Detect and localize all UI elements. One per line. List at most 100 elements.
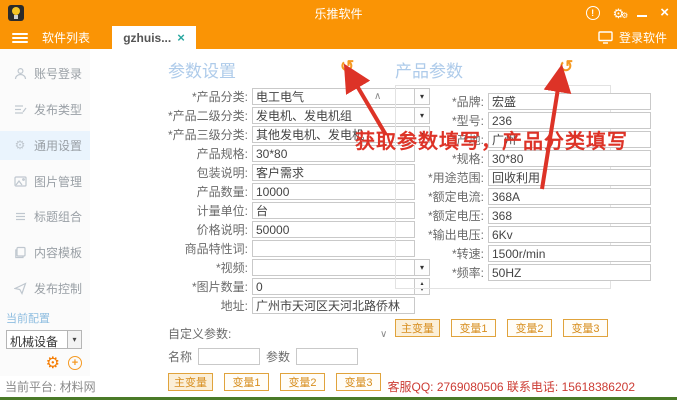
sidebar-item-label: 通用设置 [34, 137, 82, 154]
menu-hamburger-icon[interactable] [12, 26, 28, 49]
config-gear-icon[interactable]: ⚙ [46, 356, 60, 372]
refresh-icon[interactable]: ↻ [340, 57, 354, 77]
sidebar-item-general-settings[interactable]: ⚙ 通用设置 [0, 131, 90, 160]
custom-param-row: 名称 参数 [168, 348, 382, 365]
variable-buttons: 主变量变量1 变量2 变量3 [395, 319, 611, 337]
field-input[interactable] [252, 278, 415, 295]
field-label: *品牌: [402, 93, 488, 110]
field-input[interactable] [252, 259, 415, 276]
field-input[interactable] [252, 107, 415, 124]
field-input-wrap [252, 164, 415, 181]
field-input[interactable] [488, 245, 651, 262]
title-combine-icon [13, 210, 27, 224]
field-label: *规格: [402, 150, 488, 167]
field-input[interactable] [252, 183, 415, 200]
config-select-value: 机械设备 [7, 331, 67, 348]
form-row: 商品特性词: [168, 239, 382, 258]
scroll-up-icon[interactable]: ∧ [374, 91, 381, 102]
form-row: *额定电压: [402, 206, 604, 225]
field-input[interactable] [488, 188, 651, 205]
field-input[interactable] [252, 88, 415, 105]
field-input[interactable] [488, 264, 651, 281]
field-input[interactable] [488, 112, 651, 129]
sidebar-item-image-management[interactable]: 图片管理 [0, 167, 90, 196]
field-input[interactable] [252, 164, 415, 181]
gear-icon: ⚙ [13, 138, 27, 152]
field-label: *用途范围: [402, 169, 488, 186]
panel-title: 参数设置 [168, 62, 236, 81]
refresh-icon[interactable]: ↻ [559, 57, 573, 77]
field-input[interactable] [488, 150, 651, 167]
field-label: *输出电压: [402, 226, 488, 243]
field-input[interactable] [488, 93, 651, 110]
add-config-icon[interactable]: + [68, 356, 82, 370]
form-row: 产品规格: [168, 144, 382, 163]
variable-button[interactable]: 变量2 [507, 319, 552, 337]
close-button[interactable]: × [660, 6, 669, 20]
field-input-wrap [488, 93, 651, 110]
form-row: *产品三级分类: [168, 125, 382, 144]
sidebar-item-title-combine[interactable]: 标题组合 [0, 202, 90, 231]
form-row: *额定电流: [402, 187, 604, 206]
scroll-down-icon[interactable]: ∨ [380, 329, 387, 340]
settings-gears-icon[interactable]: ⚙⚙ [613, 7, 625, 20]
field-input[interactable] [252, 126, 415, 143]
panel-header: 产品参数 ↻ [395, 57, 611, 85]
software-list-button[interactable]: 软件列表 [42, 26, 90, 49]
minimize-button[interactable] [637, 15, 647, 17]
variable-button[interactable]: 变量3 [563, 319, 608, 337]
param-input[interactable] [296, 348, 358, 365]
tab-close-icon[interactable]: × [177, 30, 185, 45]
field-input-wrap [252, 183, 415, 200]
field-input[interactable] [252, 240, 415, 257]
contact-text: 客服QQ: 2769080506 联系电话: 15618386202 [388, 378, 677, 395]
variable-button[interactable]: 变量1 [224, 373, 269, 391]
variable-button[interactable]: 变量3 [336, 373, 381, 391]
field-label: 商品特性词: [168, 240, 252, 257]
active-tab[interactable]: gzhuis... × [112, 26, 196, 49]
window-title: 乐推软件 [0, 5, 677, 22]
sidebar-item-label: 内容模板 [34, 244, 82, 261]
form-row: 地址: [168, 296, 382, 315]
field-input-wrap [252, 297, 415, 314]
sidebar-item-account-login[interactable]: 账号登录 [0, 59, 90, 88]
panel-title: 产品参数 [395, 62, 463, 81]
alert-icon[interactable]: ! [586, 6, 600, 20]
variable-button[interactable]: 变量1 [451, 319, 496, 337]
form-row: *用途范围: [402, 168, 604, 187]
field-input[interactable] [252, 297, 415, 314]
form-row: *型号: [402, 111, 604, 130]
field-input[interactable] [488, 207, 651, 224]
name-input[interactable] [198, 348, 260, 365]
field-input[interactable] [252, 145, 415, 162]
app-window: 乐推软件 ! ⚙⚙ × 软件列表 gzhuis... × 登录软件 账号登录 [0, 0, 677, 400]
field-label: 包装说明: [168, 164, 252, 181]
login-software-button[interactable]: 登录软件 [598, 26, 677, 49]
variable-button[interactable]: 变量2 [280, 373, 325, 391]
sidebar-item-publish-control[interactable]: 发布控制 [0, 274, 90, 303]
variable-button[interactable]: 主变量 [395, 319, 440, 337]
window-controls: ! ⚙⚙ × [586, 6, 669, 20]
sidebar-item-publish-type[interactable]: 发布类型 [0, 95, 90, 124]
config-select[interactable]: 机械设备 ▾ [6, 330, 82, 349]
variable-button[interactable]: 主变量 [168, 373, 213, 391]
field-label: *转速: [402, 245, 488, 262]
form-row: *品牌: [402, 92, 604, 111]
field-input-wrap [252, 240, 415, 257]
field-input[interactable] [252, 202, 415, 219]
field-label: *图片数量: [168, 278, 252, 295]
field-input[interactable] [488, 226, 651, 243]
tab-label: gzhuis... [123, 31, 171, 45]
field-input[interactable] [488, 131, 651, 148]
chevron-down-icon[interactable]: ▾ [67, 331, 81, 348]
field-input[interactable] [488, 169, 651, 186]
current-config-label: 当前配置 [6, 310, 84, 326]
form-row: *转速: [402, 244, 604, 263]
field-input[interactable] [252, 221, 415, 238]
config-tools: ⚙ + [6, 356, 84, 372]
sidebar-item-content-template[interactable]: 内容模板 [0, 238, 90, 267]
login-label: 登录软件 [619, 29, 667, 46]
sidebar-item-label: 发布控制 [34, 280, 82, 297]
app-logo-icon [8, 5, 24, 21]
titlebar: 乐推软件 ! ⚙⚙ × [0, 0, 677, 26]
